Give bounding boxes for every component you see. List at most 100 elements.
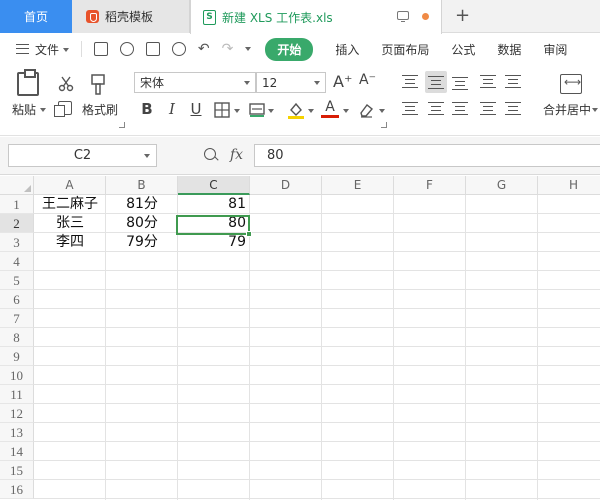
tab-start[interactable]: 开始 [265,37,314,61]
merge-chevron-icon[interactable] [592,108,598,112]
paste-chevron-icon[interactable] [40,108,46,112]
align-middle-icon[interactable] [428,76,444,89]
hamburger-icon[interactable] [16,44,29,54]
cell-b3[interactable]: 79分 [106,233,178,252]
undo-icon[interactable]: ↶ [198,41,210,57]
cell-style-chevron-icon[interactable] [268,109,274,113]
column-header-e[interactable]: E [322,176,394,195]
row-header[interactable]: 10 [0,366,34,385]
row-header[interactable]: 11 [0,385,34,404]
row-header[interactable]: 14 [0,442,34,461]
function-icon[interactable]: fx [230,147,243,163]
column-header-b[interactable]: B [106,176,178,195]
tab-home[interactable]: 首页 [0,0,72,33]
column-header-f[interactable]: F [394,176,466,195]
row-header[interactable]: 4 [0,252,34,271]
row-header[interactable]: 12 [0,404,34,423]
unsaved-dot-icon [422,13,429,20]
shrink-font-icon[interactable]: A⁻ [359,72,376,88]
tab-insert[interactable]: 插入 [335,41,359,58]
font-name-select[interactable]: 宋体 [134,72,256,93]
copy-icon[interactable] [54,101,72,117]
justify-icon[interactable] [480,102,496,115]
italic-button[interactable]: I [163,100,181,118]
font-color-chevron-icon[interactable] [343,109,349,113]
eraser-icon[interactable] [358,102,374,118]
format-painter-label[interactable]: 格式刷 [82,101,118,118]
cell-reference: C2 [73,148,92,163]
tab-data[interactable]: 数据 [497,41,521,58]
bold-button[interactable]: B [138,100,156,118]
preview-icon[interactable] [171,42,186,56]
cell-a3[interactable]: 李四 [34,233,106,252]
redo-icon[interactable]: ↷ [222,41,234,57]
column-header-a[interactable]: A [34,176,106,195]
cell-style-icon[interactable] [249,102,265,118]
row-header[interactable]: 5 [0,271,34,290]
align-left-icon[interactable] [402,102,418,115]
align-center-icon[interactable] [428,102,444,115]
font-launcher-icon[interactable] [381,122,387,128]
merge-center-label[interactable]: 合并居中 [543,101,591,118]
export-icon[interactable] [119,42,134,56]
cell-c1[interactable]: 81 [178,195,250,214]
format-painter-icon[interactable] [90,74,106,96]
zoom-icon[interactable] [204,148,216,160]
tab-review[interactable]: 审阅 [543,41,567,58]
font-color-button[interactable]: A [321,100,339,118]
merge-center-icon[interactable] [560,74,582,94]
cell-a2[interactable]: 张三 [34,214,106,233]
clear-chevron-icon[interactable] [379,109,385,113]
print-icon[interactable] [145,42,160,56]
row-header[interactable]: 2 [0,214,34,233]
row-header[interactable]: 8 [0,328,34,347]
formula-input[interactable]: 80 [254,144,600,167]
save-icon[interactable] [93,42,108,56]
grow-font-icon[interactable]: A⁺ [333,72,352,91]
select-all-corner[interactable] [0,176,34,195]
align-right-icon[interactable] [452,102,468,115]
paste-label[interactable]: 粘贴 [12,101,36,118]
fill-handle[interactable] [246,231,252,237]
monitor-icon[interactable] [397,11,409,22]
fill-color-chevron-icon[interactable] [308,109,314,113]
row-header[interactable]: 1 [0,195,34,214]
column-header-h[interactable]: H [538,176,600,195]
borders-chevron-icon[interactable] [234,109,240,113]
row-header[interactable]: 7 [0,309,34,328]
underline-button[interactable]: U [187,100,205,118]
cell-a1[interactable]: 王二麻子 [34,195,106,214]
increase-indent-icon[interactable] [505,75,521,88]
column-header-g[interactable]: G [466,176,538,195]
row-header[interactable]: 6 [0,290,34,309]
customize-chevron-icon[interactable] [245,47,252,51]
font-size-select[interactable]: 12 [256,72,326,93]
clipboard-launcher-icon[interactable] [119,122,125,128]
row-header[interactable]: 9 [0,347,34,366]
tab-template[interactable]: 稻壳模板 [72,0,190,33]
align-bottom-icon[interactable] [452,77,468,90]
borders-icon[interactable] [214,102,230,118]
distributed-align-icon[interactable] [505,102,521,115]
row-header[interactable]: 16 [0,480,34,499]
paste-icon[interactable] [17,69,39,96]
row-header[interactable]: 3 [0,233,34,252]
row-header[interactable]: 15 [0,461,34,480]
column-header-d[interactable]: D [250,176,322,195]
spreadsheet-grid[interactable]: A B C D E F G H 1 2 3 4 5 6 7 8 9 10 11 … [0,176,600,500]
file-menu[interactable]: 文件 [35,41,69,58]
align-top-icon[interactable] [402,75,418,88]
decrease-indent-icon[interactable] [480,75,496,88]
gridline [34,441,600,442]
column-header-c[interactable]: C [178,176,250,195]
new-tab-plus-icon[interactable]: + [455,5,470,26]
tab-page-layout[interactable]: 页面布局 [381,41,429,58]
name-box[interactable]: C2 [8,144,157,167]
cut-icon[interactable] [58,76,74,92]
cell-c3[interactable]: 79 [178,233,250,252]
fill-color-icon[interactable] [287,101,305,119]
cell-b1[interactable]: 81分 [106,195,178,214]
tab-formulas[interactable]: 公式 [451,41,475,58]
cell-b2[interactable]: 80分 [106,214,178,233]
row-header[interactable]: 13 [0,423,34,442]
